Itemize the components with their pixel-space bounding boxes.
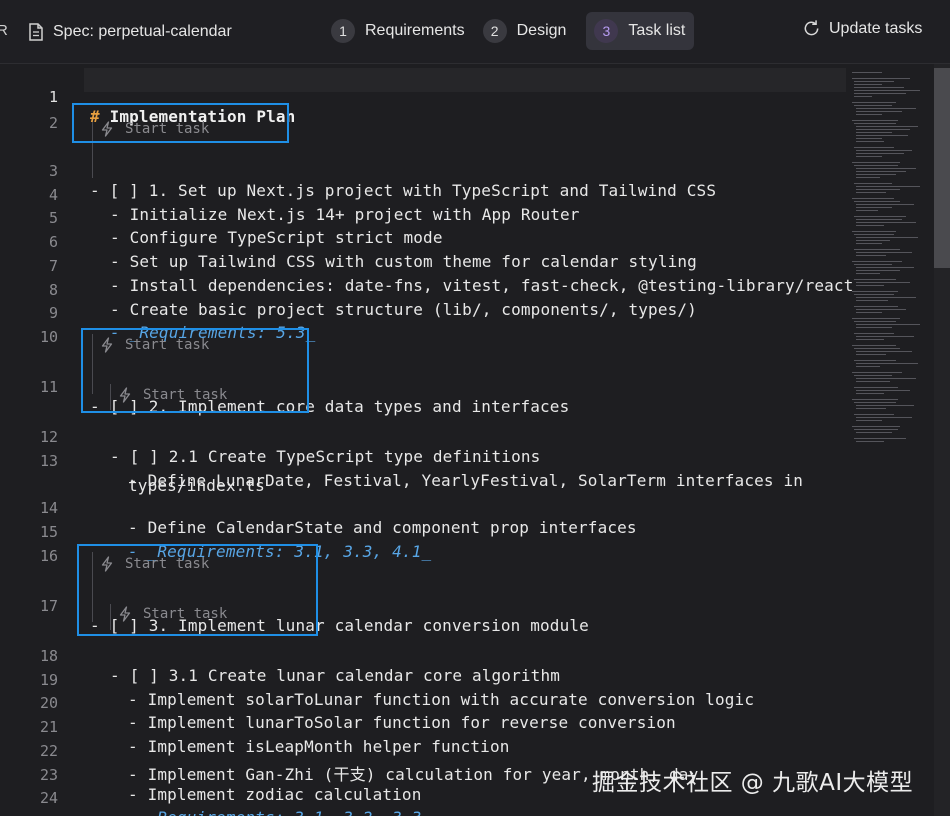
- tab-number: 3: [594, 19, 619, 43]
- spec-header-bar: R Spec: perpetual-calendar 1 Requirement…: [0, 0, 950, 64]
- line-number: 17: [39, 597, 58, 615]
- cut-off-tab-char: R: [0, 22, 8, 39]
- refresh-icon: [804, 20, 819, 36]
- line-number: 2: [48, 114, 58, 132]
- tab-design[interactable]: 2 Design: [482, 12, 567, 50]
- watermark-text: 掘金技术社区 @ 九歌AI大模型: [592, 770, 914, 796]
- code-line: 25: [0, 794, 845, 816]
- tab-label: Design: [516, 22, 567, 39]
- tab-task-list[interactable]: 3 Task list: [586, 12, 695, 50]
- tab-label: Task list: [628, 22, 686, 39]
- annotation-highlight-box: [81, 328, 309, 413]
- line-number: 16: [39, 547, 58, 565]
- line-number: 10: [39, 328, 58, 346]
- line-number: 11: [39, 378, 58, 396]
- update-tasks-button[interactable]: Update tasks: [802, 19, 922, 38]
- tab-number: 1: [331, 19, 355, 43]
- spec-tabs: 1 Requirements 2 Design 3 Task list: [331, 12, 695, 50]
- scrollbar-thumb[interactable]: [934, 68, 950, 268]
- spec-title-label: Spec: perpetual-calendar: [53, 23, 232, 40]
- markdown-editor[interactable]: 1 # Implementation Plan 2 Start task 3 -…: [0, 64, 950, 816]
- tab-number: 2: [482, 19, 507, 43]
- document-icon: [29, 23, 43, 41]
- annotation-highlight-box: [72, 103, 289, 143]
- tab-label: Requirements: [365, 22, 465, 39]
- update-tasks-label: Update tasks: [829, 19, 923, 37]
- tab-requirements[interactable]: 1 Requirements: [331, 12, 465, 50]
- annotation-highlight-box: [77, 544, 318, 636]
- minimap[interactable]: [850, 70, 932, 450]
- spec-title: Spec: perpetual-calendar: [28, 18, 232, 46]
